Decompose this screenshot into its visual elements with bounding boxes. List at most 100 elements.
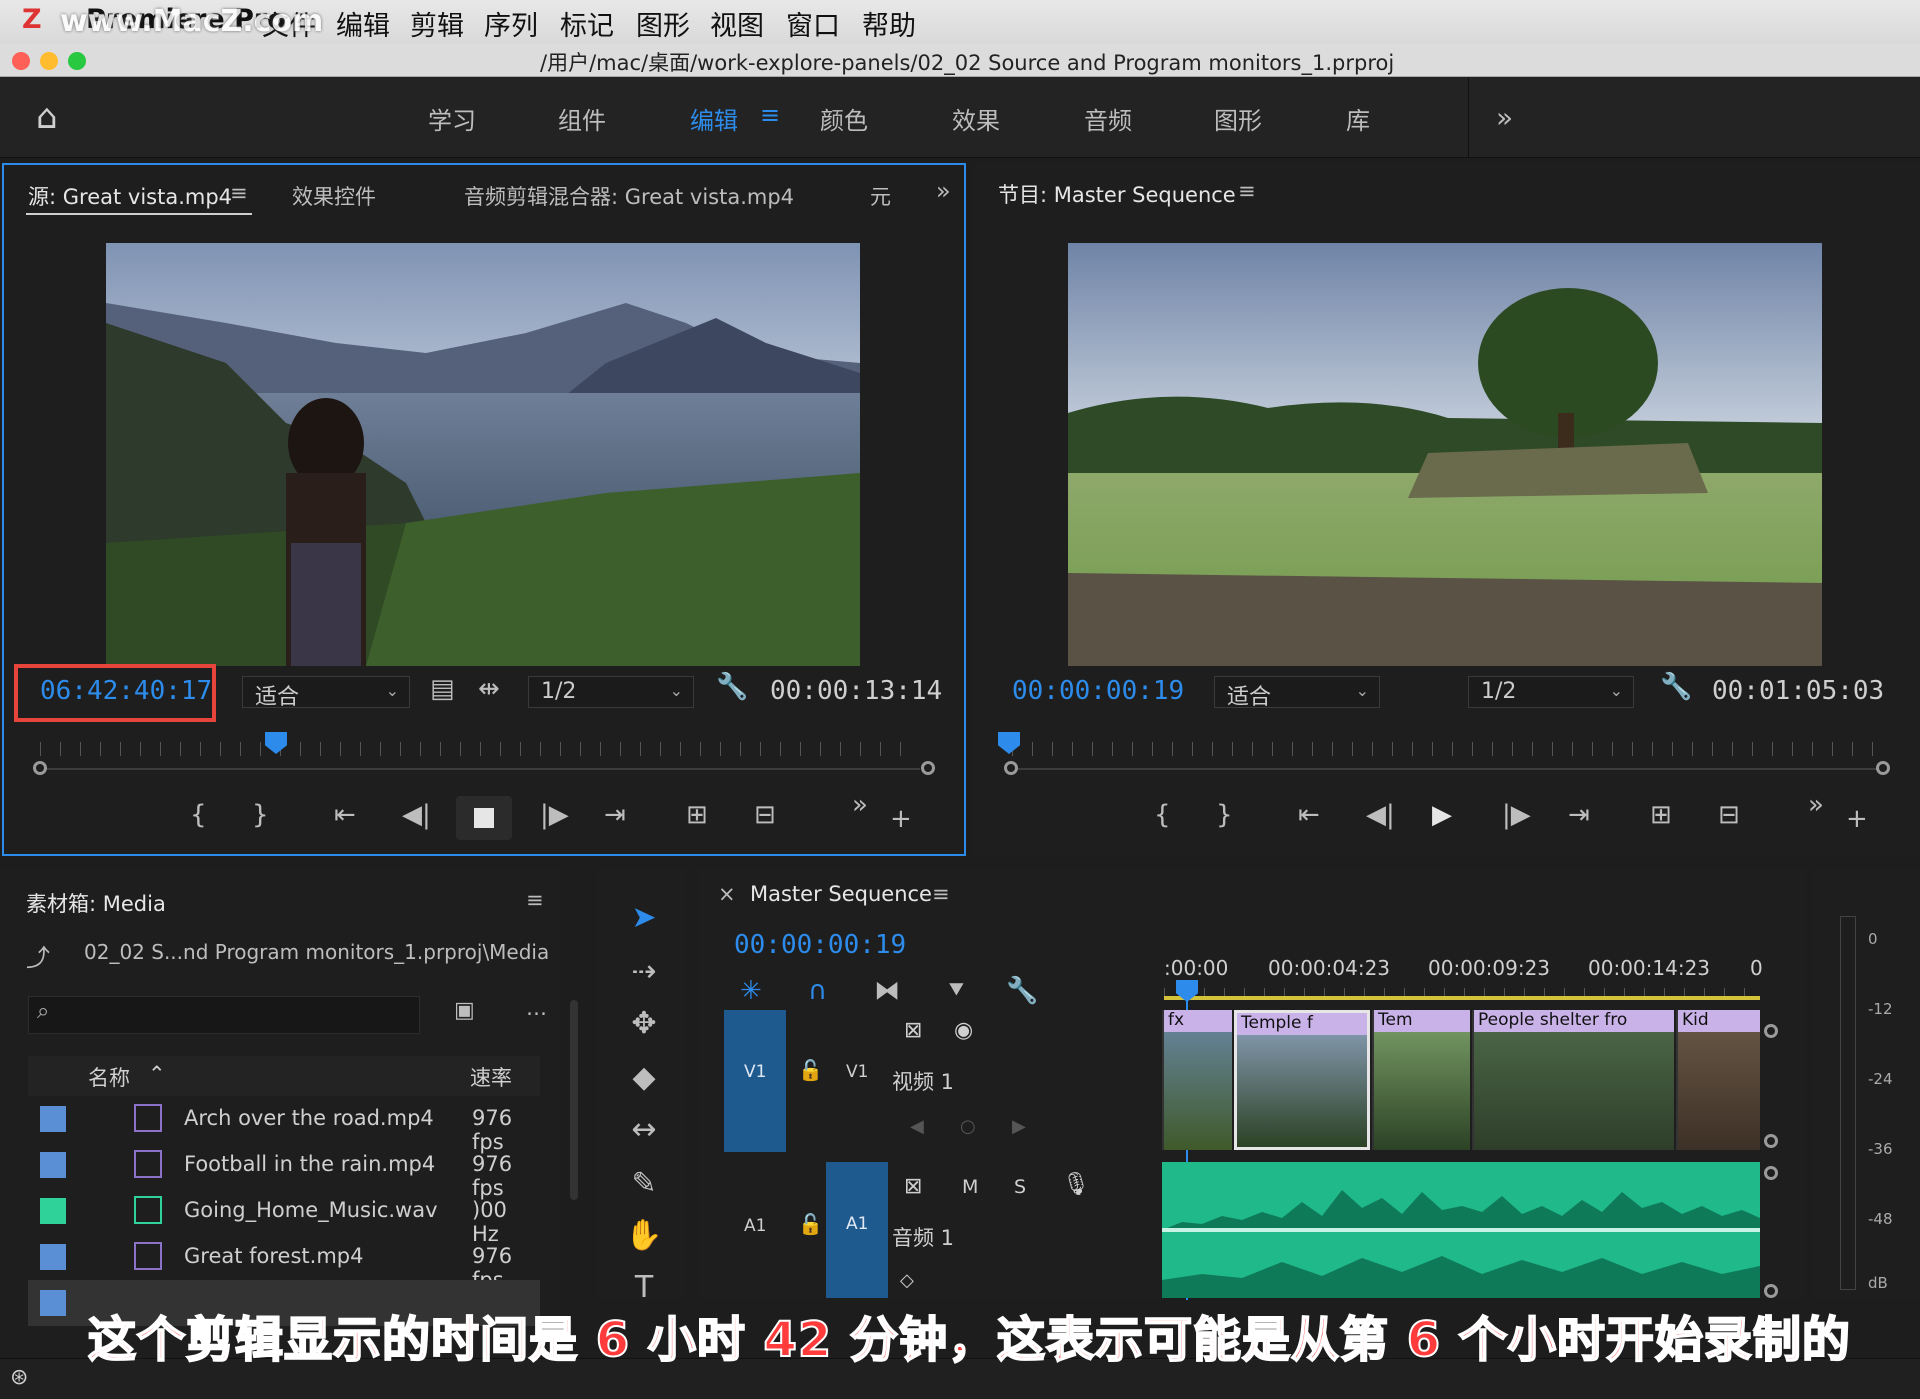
more-workspaces-icon[interactable]: » (1496, 101, 1513, 134)
list-item[interactable]: Football in the rain.mp4 976 fps (28, 1142, 540, 1200)
list-item[interactable]: Going_Home_Music.wav )00 Hz (28, 1188, 540, 1246)
mark-out-icon[interactable]: } (252, 800, 269, 830)
marker-icon[interactable]: ⯆ (946, 976, 967, 1007)
timeline-clip[interactable]: Kid (1676, 1010, 1760, 1150)
menu-edit[interactable]: 编辑 (336, 4, 390, 43)
next-keyframe-icon[interactable]: ▶ (1012, 1116, 1026, 1137)
ripple-edit-tool-icon[interactable]: ✥ (620, 1006, 668, 1041)
microphone-icon[interactable]: 🎙 (1062, 1172, 1090, 1197)
workspace-libraries[interactable]: 库 (1346, 101, 1370, 136)
a1-source-label[interactable]: A1 (744, 1216, 766, 1236)
solo-button[interactable]: S (1014, 1176, 1026, 1198)
mark-in-icon[interactable]: { (190, 800, 207, 830)
step-back-icon[interactable]: ◀| (1366, 800, 1395, 830)
label-color[interactable] (40, 1198, 66, 1224)
source-zoom-bar[interactable] (40, 768, 920, 770)
more-tabs-icon[interactable]: » (936, 177, 951, 205)
eye-icon[interactable]: ◉ (954, 1018, 973, 1043)
timeline-menu-icon[interactable]: ≡ (932, 882, 950, 906)
pen-tool-icon[interactable]: ✎ (620, 1166, 668, 1201)
tab-program[interactable]: 节目: Master Sequence (998, 179, 1236, 209)
tab-source[interactable]: 源: Great vista.mp4 (28, 181, 232, 211)
app-logo-icon[interactable]: Z (22, 4, 42, 35)
step-back-icon[interactable]: ◀| (402, 800, 431, 830)
program-playhead-timecode[interactable]: 00:00:00:19 (1012, 676, 1184, 706)
a1-track-target[interactable]: A1 (826, 1162, 888, 1298)
workspace-editing[interactable]: 编辑 (690, 101, 738, 136)
wrench-icon[interactable]: 🔧 (716, 672, 748, 702)
workspace-graphics[interactable]: 图形 (1214, 101, 1262, 136)
work-area-bar[interactable] (1164, 996, 1760, 1000)
track-scroll-handle[interactable] (1764, 1284, 1778, 1298)
menu-graphics[interactable]: 图形 (636, 4, 690, 43)
insert-icon[interactable]: ⊞ (686, 800, 708, 830)
keyframe-icon[interactable]: ○ (960, 1116, 976, 1137)
drag-video-icon[interactable]: ⇹ (478, 674, 500, 704)
home-icon[interactable]: ⌂ (36, 97, 58, 137)
timeline-settings-icon[interactable]: 🔧 (1006, 976, 1038, 1006)
source-resolution-dropdown[interactable]: 1/2 ⌄ (528, 676, 694, 708)
workspace-effects[interactable]: 效果 (952, 101, 1000, 136)
button-editor-icon[interactable]: + (890, 804, 912, 834)
snap-icon[interactable]: ✳ (740, 976, 762, 1006)
new-search-bin-icon[interactable]: ▣ (454, 998, 475, 1023)
track-scroll-handle[interactable] (1764, 1134, 1778, 1148)
lock-icon[interactable]: 🔓 (798, 1212, 823, 1236)
program-resolution-dropdown[interactable]: 1/2 ⌄ (1468, 676, 1634, 708)
audio-clip[interactable] (1162, 1162, 1760, 1298)
workspace-color[interactable]: 颜色 (820, 101, 868, 136)
close-sequence-icon[interactable]: × (718, 882, 736, 906)
program-zoom-left-handle[interactable] (1004, 761, 1018, 775)
source-fit-dropdown[interactable]: 适合 ⌄ (242, 676, 410, 710)
menu-view[interactable]: 视图 (710, 4, 764, 43)
sequence-tab[interactable]: Master Sequence (750, 882, 932, 906)
timeline-clip[interactable]: Temple f (1234, 1010, 1370, 1150)
workspace-audio[interactable]: 音频 (1084, 101, 1132, 136)
prev-keyframe-icon[interactable]: ◀ (910, 1116, 924, 1137)
menu-window[interactable]: 窗口 (786, 4, 840, 43)
mark-out-icon[interactable]: } (1216, 800, 1233, 830)
extract-icon[interactable]: ⊟ (1718, 800, 1740, 830)
label-color[interactable] (40, 1244, 66, 1270)
linked-selection-icon[interactable]: ∩ (808, 976, 827, 1006)
bin-menu-icon[interactable]: ≡ (526, 888, 544, 912)
menu-markers[interactable]: 标记 (560, 4, 614, 43)
go-to-out-icon[interactable]: ⇥ (604, 800, 626, 830)
label-color[interactable] (40, 1152, 66, 1178)
go-to-out-icon[interactable]: ⇥ (1568, 800, 1590, 830)
workspace-learn[interactable]: 学习 (428, 101, 476, 136)
wrench-icon[interactable]: 🔧 (1660, 672, 1692, 702)
bin-search-input[interactable]: ⌕ (28, 996, 420, 1034)
col-rate[interactable]: 速率 (470, 1062, 512, 1092)
parent-folder-icon[interactable]: ⤴ (26, 938, 50, 973)
more-icon[interactable]: … (526, 996, 547, 1020)
zoom-window-button[interactable] (68, 52, 86, 70)
bin-title[interactable]: 素材箱: Media (26, 888, 166, 918)
program-zoom-right-handle[interactable] (1876, 761, 1890, 775)
program-fit-dropdown[interactable]: 适合 ⌄ (1214, 676, 1380, 710)
list-item[interactable]: Great forest.mp4 976 fps (28, 1234, 540, 1292)
selection-tool-icon[interactable]: ➤ (620, 900, 668, 935)
lock-icon[interactable]: 🔓 (798, 1058, 823, 1082)
mute-button[interactable]: M (962, 1176, 978, 1198)
workspace-menu-icon[interactable]: ≡ (760, 101, 780, 129)
razor-tool-icon[interactable]: ◆ (620, 1060, 668, 1095)
minimize-window-button[interactable] (40, 52, 58, 70)
step-forward-icon[interactable]: |▶ (1502, 800, 1531, 830)
lift-icon[interactable]: ⊞ (1650, 800, 1672, 830)
program-zoom-bar[interactable] (1012, 768, 1882, 770)
menu-clip[interactable]: 剪辑 (410, 4, 464, 43)
keyframe-icon[interactable]: ◇ (900, 1270, 914, 1291)
slip-tool-icon[interactable]: ↔ (620, 1112, 668, 1147)
track-select-tool-icon[interactable]: ⇢ (620, 954, 668, 989)
timeline-clip[interactable]: People shelter fro (1472, 1010, 1674, 1150)
mark-in-icon[interactable]: { (1154, 800, 1171, 830)
v1-source-patch[interactable]: V1 (724, 1010, 786, 1152)
col-name[interactable]: 名称 (88, 1062, 130, 1092)
label-color[interactable] (40, 1290, 66, 1316)
track-scroll-handle[interactable] (1764, 1024, 1778, 1038)
source-zoom-right-handle[interactable] (921, 761, 935, 775)
stop-button[interactable] (456, 796, 512, 840)
more-controls-icon[interactable]: » (1808, 790, 1824, 820)
menu-help[interactable]: 帮助 (862, 4, 916, 43)
